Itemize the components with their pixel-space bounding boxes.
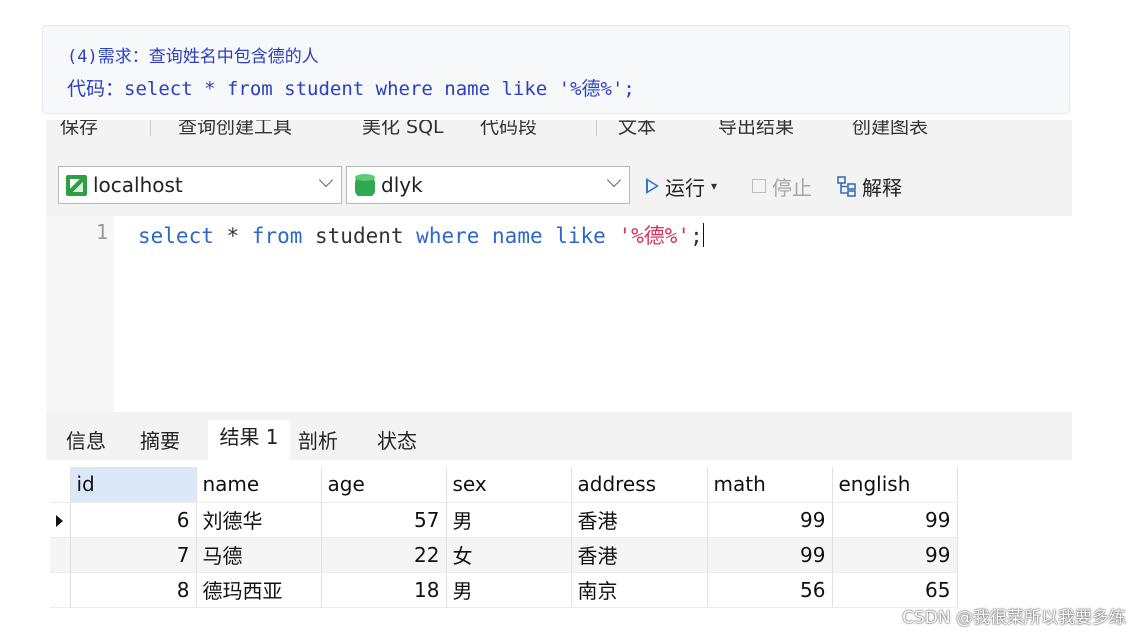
toolbar-item-beautify-sql[interactable]: 美化 SQL xyxy=(362,120,444,139)
explain-button[interactable]: 解释 xyxy=(836,172,902,200)
keyword-from: from xyxy=(251,224,303,248)
tab-result-1[interactable]: 结果 1 xyxy=(208,420,290,460)
column-header-name[interactable]: name xyxy=(196,467,322,503)
row-indicator xyxy=(50,537,71,573)
database-select[interactable]: dlyk xyxy=(346,166,630,204)
explain-icon xyxy=(837,176,856,197)
cell-english[interactable]: 65 xyxy=(832,572,958,608)
play-icon xyxy=(646,178,659,194)
connection-icon xyxy=(66,174,87,196)
connection-value: localhost xyxy=(93,173,183,197)
cell-sex[interactable]: 男 xyxy=(446,572,572,608)
text-cursor xyxy=(702,223,704,247)
header-row: id name age sex address math english xyxy=(50,467,958,503)
run-label: 运行 xyxy=(665,175,705,200)
top-toolbar-cut: 保存 查询创建工具 美化 SQL 代码段 文本 导出结果 创建图表 xyxy=(46,120,1072,148)
result-table: id name age sex address math english 6 刘… xyxy=(50,467,958,608)
database-icon xyxy=(355,174,375,196)
tab-profile[interactable]: 剖析 xyxy=(292,426,344,460)
chevron-down-icon xyxy=(318,172,334,188)
row-header-corner xyxy=(50,467,71,503)
connection-select[interactable]: localhost xyxy=(58,166,342,204)
cell-age[interactable]: 22 xyxy=(321,537,447,573)
column-header-address[interactable]: address xyxy=(571,467,708,503)
requirement-text: (4)需求：查询姓名中包含德的人 xyxy=(67,47,319,67)
cell-english[interactable]: 99 xyxy=(832,537,958,573)
cell-english[interactable]: 99 xyxy=(832,502,958,538)
line-gutter: 1 xyxy=(46,216,114,412)
caret-down-icon[interactable]: ▾ xyxy=(711,179,717,193)
tab-summary[interactable]: 摘要 xyxy=(130,426,190,460)
toolbar-item-snippet[interactable]: 代码段 xyxy=(480,120,537,139)
keyword-where: where xyxy=(416,224,480,248)
database-value: dlyk xyxy=(381,173,423,197)
toolbar-item-query-builder[interactable]: 查询创建工具 xyxy=(178,120,292,139)
cell-math[interactable]: 99 xyxy=(707,502,833,538)
cell-name[interactable]: 刘德华 xyxy=(196,502,322,538)
cell-id[interactable]: 8 xyxy=(70,572,197,608)
current-row-indicator xyxy=(50,502,71,538)
stop-icon xyxy=(752,179,766,193)
cell-address[interactable]: 香港 xyxy=(571,502,708,538)
note-block: (4)需求：查询姓名中包含德的人 代码：select * from studen… xyxy=(42,25,1070,114)
column-header-age[interactable]: age xyxy=(321,467,447,503)
query-window: 保存 查询创建工具 美化 SQL 代码段 文本 导出结果 创建图表 localh… xyxy=(46,120,1072,636)
connection-toolbar: localhost dlyk 运行 ▾ 停止 解释 xyxy=(46,162,1072,208)
watermark: CSDN @我很菜所以我要多练 xyxy=(902,608,1126,628)
toolbar-item-export[interactable]: 导出结果 xyxy=(718,120,794,139)
tab-info[interactable]: 信息 xyxy=(56,426,116,460)
result-tabs: 信息 摘要 结果 1 剖析 状态 xyxy=(46,416,1072,460)
cell-name[interactable]: 马德 xyxy=(196,537,322,573)
toolbar-item-save[interactable]: 保存 xyxy=(60,120,98,139)
chevron-down-icon xyxy=(606,172,622,188)
line-number: 1 xyxy=(95,220,108,244)
row-indicator xyxy=(50,572,71,608)
code-text: 代码：select * from student where name like… xyxy=(67,78,635,100)
keyword-like: like xyxy=(555,224,606,248)
toolbar-item-chart[interactable]: 创建图表 xyxy=(852,120,928,139)
column-header-english[interactable]: english xyxy=(832,467,958,503)
string-literal: '%德%' xyxy=(618,224,691,248)
column-token: name xyxy=(479,224,556,248)
cell-id[interactable]: 6 xyxy=(70,502,197,538)
cell-age[interactable]: 18 xyxy=(321,572,447,608)
column-header-id[interactable]: id xyxy=(70,467,197,503)
cell-address[interactable]: 南京 xyxy=(571,572,708,608)
cell-name[interactable]: 德玛西亚 xyxy=(196,572,322,608)
star-token: * xyxy=(213,224,252,248)
cell-math[interactable]: 99 xyxy=(707,537,833,573)
keyword-select: select xyxy=(138,224,214,248)
code-line[interactable]: select * from student where name like '%… xyxy=(138,220,704,250)
sql-editor[interactable]: 1 select * from student where name like … xyxy=(46,216,1072,412)
stop-button[interactable]: 停止 xyxy=(752,172,812,200)
cell-sex[interactable]: 男 xyxy=(446,502,572,538)
semicolon-token: ; xyxy=(690,224,703,248)
column-header-sex[interactable]: sex xyxy=(446,467,572,503)
tab-status[interactable]: 状态 xyxy=(366,426,428,460)
toolbar-separator xyxy=(150,120,151,136)
table-row[interactable]: 8 德玛西亚 18 男 南京 56 65 xyxy=(50,572,958,608)
toolbar-item-text[interactable]: 文本 xyxy=(618,120,656,139)
cell-math[interactable]: 56 xyxy=(707,572,833,608)
explain-label: 解释 xyxy=(862,175,902,200)
table-token: student xyxy=(302,224,417,248)
cell-age[interactable]: 57 xyxy=(321,502,447,538)
row-pointer-icon xyxy=(56,514,63,527)
cell-sex[interactable]: 女 xyxy=(446,537,572,573)
cell-id[interactable]: 7 xyxy=(70,537,197,573)
cell-address[interactable]: 香港 xyxy=(571,537,708,573)
table-row[interactable]: 7 马德 22 女 香港 99 99 xyxy=(50,537,958,573)
column-header-math[interactable]: math xyxy=(707,467,833,503)
stop-label: 停止 xyxy=(772,175,812,200)
toolbar-separator xyxy=(596,120,597,136)
run-button[interactable]: 运行 ▾ xyxy=(646,172,717,200)
table-row[interactable]: 6 刘德华 57 男 香港 99 99 xyxy=(50,502,958,538)
